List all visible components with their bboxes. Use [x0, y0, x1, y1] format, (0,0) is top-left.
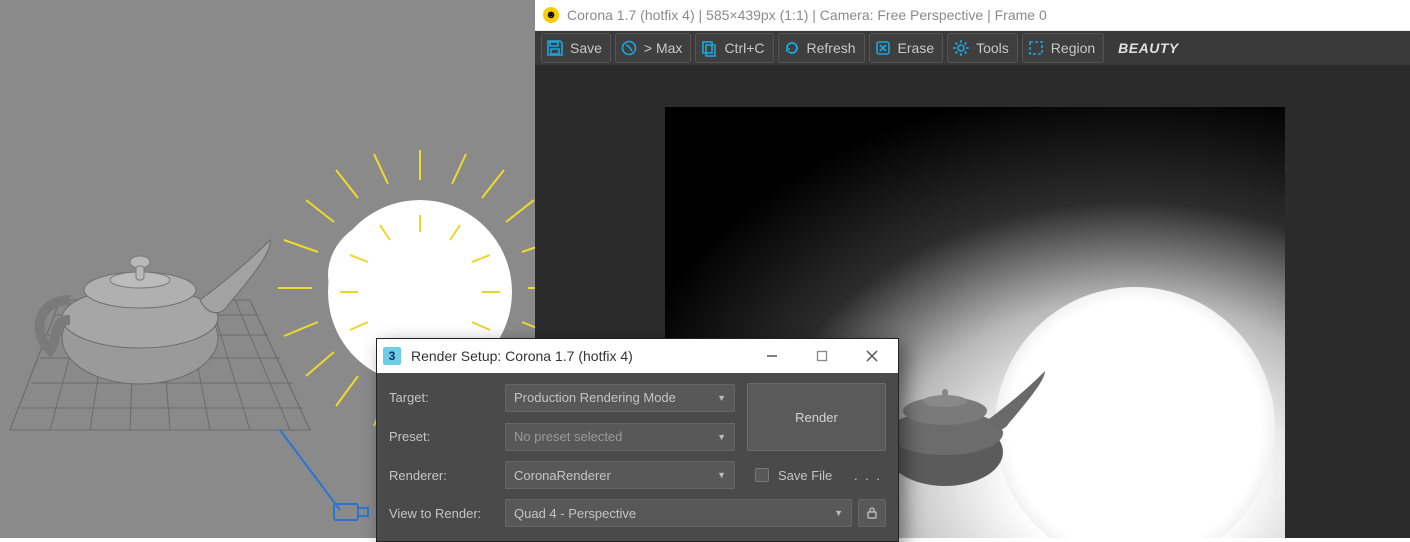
region-label: Region	[1051, 40, 1095, 56]
save-icon	[546, 39, 564, 57]
max-label: > Max	[644, 40, 683, 56]
workspace: ☻ Corona 1.7 (hotfix 4) | 585×439px (1:1…	[0, 0, 1410, 538]
frame-buffer-titlebar[interactable]: ☻ Corona 1.7 (hotfix 4) | 585×439px (1:1…	[535, 0, 1410, 31]
minimize-button[interactable]	[752, 341, 792, 371]
refresh-button[interactable]: Refresh	[778, 33, 865, 63]
preset-select[interactable]: No preset selected ▼	[505, 423, 735, 451]
chevron-down-icon: ▼	[717, 470, 726, 480]
gear-icon	[952, 39, 970, 57]
render-setup-body: Target: Production Rendering Mode ▼ Rend…	[377, 373, 898, 541]
tools-button[interactable]: Tools	[947, 33, 1018, 63]
view-select[interactable]: Quad 4 - Perspective ▼	[505, 499, 852, 527]
max-icon	[620, 39, 638, 57]
renderer-select[interactable]: CoronaRenderer ▼	[505, 461, 735, 489]
target-select[interactable]: Production Rendering Mode ▼	[505, 384, 735, 412]
to-max-button[interactable]: > Max	[615, 33, 692, 63]
save-file-label: Save File	[778, 468, 832, 483]
erase-icon	[874, 39, 892, 57]
save-file-checkbox[interactable]	[755, 468, 769, 482]
app-3dsmax-icon: 3	[383, 347, 401, 365]
erase-button[interactable]: Erase	[869, 33, 944, 63]
save-label: Save	[570, 40, 602, 56]
copy-button[interactable]: Ctrl+C	[695, 33, 773, 63]
refresh-label: Refresh	[807, 40, 856, 56]
view-lock-button[interactable]	[858, 499, 886, 527]
save-button[interactable]: Save	[541, 33, 611, 63]
copy-label: Ctrl+C	[724, 40, 764, 56]
preset-value: No preset selected	[514, 429, 622, 444]
chevron-down-icon: ▼	[834, 508, 843, 518]
region-button[interactable]: Region	[1022, 33, 1104, 63]
frame-buffer-toolbar: Save > Max Ctrl+C Refresh	[535, 31, 1410, 65]
close-button[interactable]	[852, 341, 892, 371]
target-value: Production Rendering Mode	[514, 390, 676, 405]
region-icon	[1027, 39, 1045, 57]
preset-label: Preset:	[389, 429, 499, 444]
target-label: Target:	[389, 390, 499, 405]
save-file-browse-button[interactable]: . . .	[854, 468, 886, 483]
refresh-icon	[783, 39, 801, 57]
frame-buffer-title: Corona 1.7 (hotfix 4) | 585×439px (1:1) …	[567, 7, 1047, 23]
render-setup-title: Render Setup: Corona 1.7 (hotfix 4)	[411, 348, 742, 364]
save-file-row: Save File . . .	[741, 465, 886, 485]
smiley-icon: ☻	[543, 7, 559, 23]
render-pass-label[interactable]: BEAUTY	[1108, 40, 1189, 56]
chevron-down-icon: ▼	[717, 432, 726, 442]
copy-icon	[700, 39, 718, 57]
erase-label: Erase	[898, 40, 935, 56]
render-button[interactable]: Render	[747, 383, 886, 451]
maximize-button[interactable]	[802, 341, 842, 371]
chevron-down-icon: ▼	[717, 393, 726, 403]
renderer-label: Renderer:	[389, 468, 499, 483]
tools-label: Tools	[976, 40, 1009, 56]
render-setup-titlebar[interactable]: 3 Render Setup: Corona 1.7 (hotfix 4)	[377, 339, 898, 373]
renderer-value: CoronaRenderer	[514, 468, 611, 483]
render-setup-dialog[interactable]: 3 Render Setup: Corona 1.7 (hotfix 4) Ta…	[376, 338, 899, 542]
view-label: View to Render:	[389, 506, 499, 521]
view-value: Quad 4 - Perspective	[514, 506, 636, 521]
render-button-label: Render	[795, 410, 838, 425]
lock-icon	[865, 506, 879, 520]
